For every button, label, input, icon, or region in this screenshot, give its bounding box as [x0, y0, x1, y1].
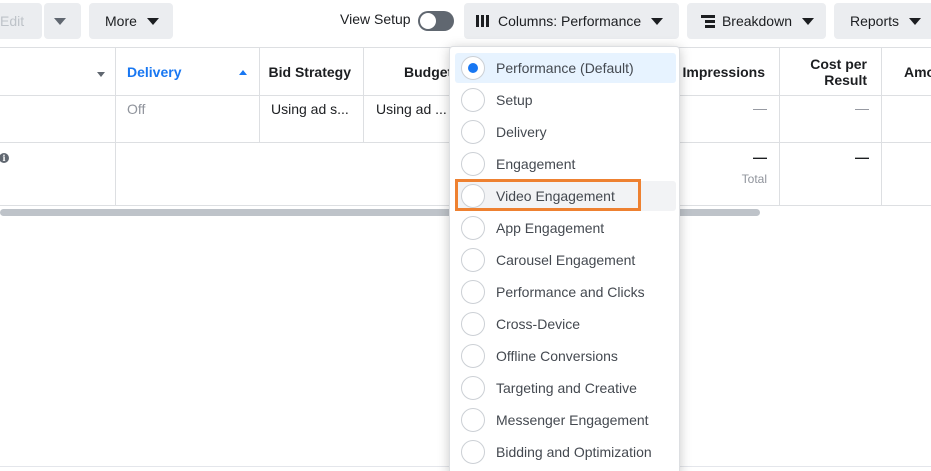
- menu-item-setup[interactable]: Setup: [455, 85, 676, 115]
- chevron-down-icon: [54, 17, 66, 25]
- radio-icon: [461, 344, 485, 368]
- radio-icon: [461, 376, 485, 400]
- cost-per-result-total-cell: —: [780, 143, 882, 205]
- menu-item-performance-and-clicks[interactable]: Performance and Clicks: [455, 277, 676, 307]
- cost-per-result-total-value: —: [855, 149, 869, 165]
- name-cell: [0, 96, 116, 142]
- menu-item-label: Carousel Engagement: [496, 252, 636, 268]
- radio-icon: [461, 408, 485, 432]
- bid-strategy-header-label: Bid Strategy: [268, 64, 351, 80]
- highlight-outline: [455, 179, 641, 211]
- delivery-header-label: Delivery: [127, 64, 182, 80]
- cost-per-result-cell: —: [780, 96, 882, 142]
- menu-item-cross-device[interactable]: Cross-Device: [455, 309, 676, 339]
- bid-strategy-column-header[interactable]: Bid Strategy: [260, 48, 364, 96]
- view-setup-toggle[interactable]: [418, 11, 454, 31]
- menu-item-label: Bidding and Optimization: [496, 444, 652, 460]
- menu-item-label: Cross-Device: [496, 316, 581, 332]
- menu-item-carousel-engagement[interactable]: Carousel Engagement: [455, 245, 676, 275]
- sort-down-icon[interactable]: [97, 72, 105, 77]
- chevron-down-icon: [651, 17, 664, 25]
- radio-icon: [461, 120, 485, 144]
- more-button[interactable]: More: [89, 3, 173, 39]
- edit-dropdown-button[interactable]: [44, 3, 81, 39]
- impressions-total-cell: — Total: [680, 143, 780, 205]
- impressions-cell: —: [680, 96, 780, 142]
- chevron-down-icon: [146, 17, 159, 25]
- edit-button[interactable]: Edit: [0, 3, 42, 39]
- menu-item-engagement[interactable]: Engagement: [455, 149, 676, 179]
- radio-icon: [461, 216, 485, 240]
- radio-selected-icon: [461, 56, 485, 80]
- toggle-knob: [420, 13, 436, 29]
- radio-icon: [461, 440, 485, 464]
- menu-item-label: Offline Conversions: [496, 348, 618, 364]
- info-icon[interactable]: i: [0, 153, 9, 163]
- amount-column-header[interactable]: Amo: [882, 48, 931, 96]
- cost-per-result-value: —: [855, 100, 869, 116]
- impressions-column-header[interactable]: Impressions: [680, 48, 780, 96]
- bid-strategy-cell: Using ad s...: [260, 96, 364, 142]
- menu-item-label: Messenger Engagement: [496, 412, 649, 428]
- columns-button[interactable]: Columns: Performance: [464, 3, 679, 39]
- budget-header-label: Budget: [404, 64, 453, 80]
- delivery-cell: Off: [116, 96, 260, 142]
- menu-item-targeting-and-creative[interactable]: Targeting and Creative: [455, 373, 676, 403]
- columns-icon: [476, 15, 489, 27]
- breakdown-button-label: Breakdown: [721, 13, 792, 29]
- columns-button-label: Columns: Performance: [498, 13, 642, 29]
- budget-value: Using ad ...: [376, 101, 447, 117]
- impressions-total-label: Total: [741, 172, 767, 186]
- impressions-total-value: —: [753, 149, 767, 165]
- cost-per-result-column-header[interactable]: Cost per Result: [780, 48, 882, 96]
- impressions-value: —: [753, 100, 767, 116]
- menu-item-label: Performance (Default): [496, 60, 634, 76]
- menu-item-label: Engagement: [496, 156, 576, 172]
- breakdown-icon: [701, 14, 715, 28]
- radio-icon: [461, 312, 485, 336]
- toolbar: Edit More View Setup Columns: Performanc…: [0, 0, 931, 42]
- menu-item-messenger-engagement[interactable]: Messenger Engagement: [455, 405, 676, 435]
- cost-per-result-header-line2: Result: [824, 72, 867, 88]
- name-column-header[interactable]: [0, 48, 116, 96]
- radio-icon: [461, 280, 485, 304]
- breakdown-button[interactable]: Breakdown: [687, 3, 826, 39]
- menu-item-label: Setup: [496, 92, 533, 108]
- delivery-column-header[interactable]: Delivery: [116, 48, 260, 96]
- edit-button-label: Edit: [0, 13, 25, 29]
- chevron-down-icon: [909, 17, 922, 25]
- radio-icon: [461, 248, 485, 272]
- menu-item-label: Targeting and Creative: [496, 380, 637, 396]
- menu-item-performance-default[interactable]: Performance (Default): [455, 53, 676, 83]
- reports-button[interactable]: Reports: [834, 3, 931, 39]
- sort-up-icon[interactable]: [239, 70, 247, 75]
- menu-item-app-engagement[interactable]: App Engagement: [455, 213, 676, 243]
- reports-button-label: Reports: [850, 13, 900, 29]
- name-cell: i: [0, 143, 116, 205]
- impressions-header-label: Impressions: [682, 64, 765, 80]
- radio-icon: [461, 88, 485, 112]
- menu-item-label: App Engagement: [496, 220, 605, 236]
- empty-cell: [116, 143, 464, 205]
- menu-item-delivery[interactable]: Delivery: [455, 117, 676, 147]
- radio-icon: [461, 152, 485, 176]
- amount-header-label: Amo: [904, 64, 931, 80]
- columns-dropdown-menu: Performance (Default) Setup Delivery Eng…: [449, 46, 680, 471]
- menu-item-label: Delivery: [496, 124, 547, 140]
- chevron-down-icon: [802, 17, 814, 25]
- more-button-label: More: [105, 13, 137, 29]
- menu-item-offline-conversions[interactable]: Offline Conversions: [455, 341, 676, 371]
- delivery-value: Off: [127, 101, 146, 117]
- cost-per-result-header-line1: Cost per: [810, 56, 867, 72]
- bid-strategy-value: Using ad s...: [271, 101, 349, 117]
- view-setup-label: View Setup: [340, 11, 411, 27]
- menu-item-bidding-and-optimization[interactable]: Bidding and Optimization: [455, 437, 676, 467]
- menu-item-label: Performance and Clicks: [496, 284, 645, 300]
